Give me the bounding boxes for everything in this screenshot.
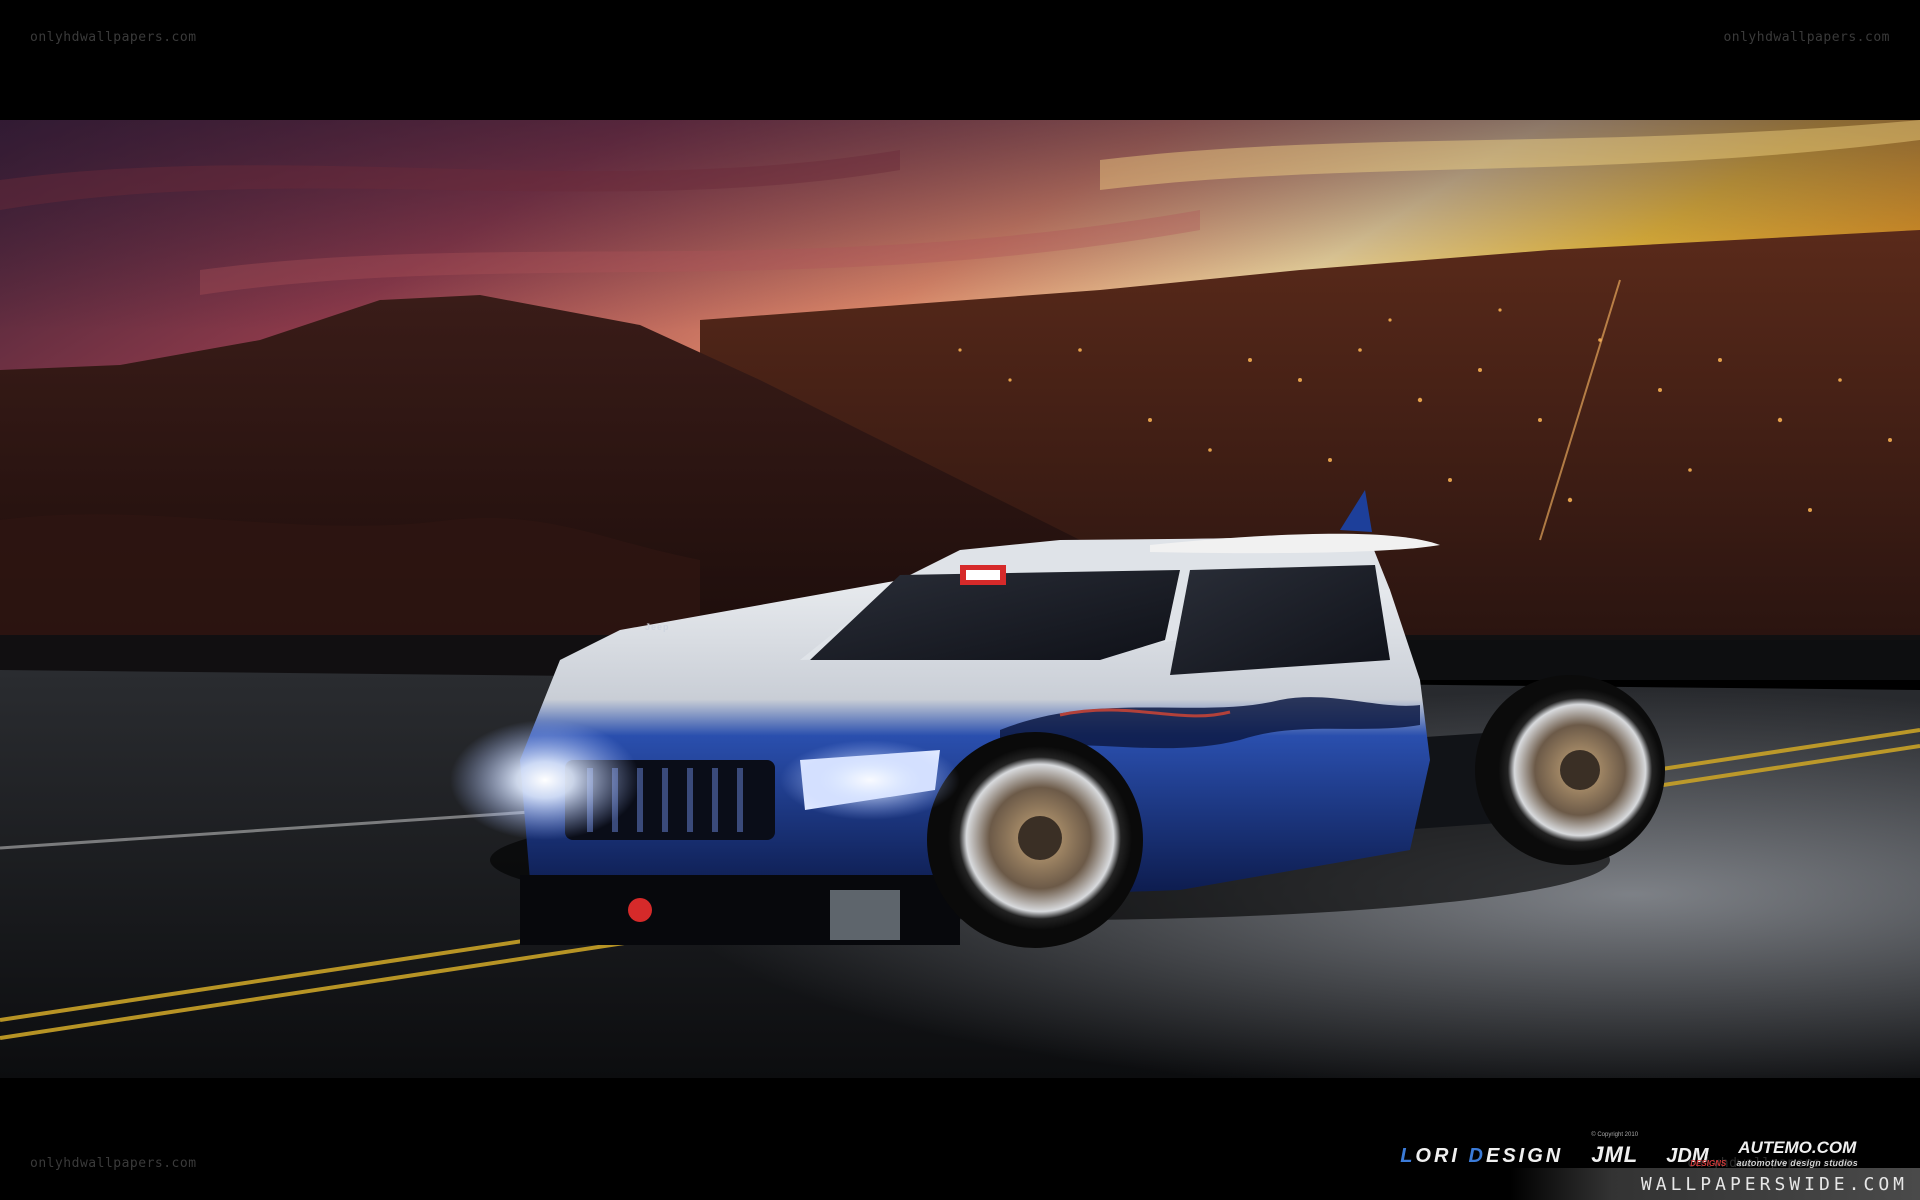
watermark-top-right: onlyhdwallpapers.com [1723, 30, 1890, 45]
design-credits: LORI DESIGN © Copyright 2010 JML JDM DES… [1400, 1132, 1858, 1168]
copyright-note: © Copyright 2010 [1591, 1132, 1639, 1138]
lori-design-logo: LORI DESIGN [1400, 1145, 1564, 1167]
autemo-logo: AUTEMO.COM automotive design studios [1736, 1138, 1858, 1168]
car-scene: Jeep [0, 120, 1920, 1078]
site-badge: WALLPAPERSWIDE.COM [1510, 1168, 1920, 1200]
scene-illustration [0, 120, 1920, 1078]
watermark-bottom-left: onlyhdwallpapers.com [30, 1156, 197, 1171]
site-badge-text: WALLPAPERSWIDE.COM [1640, 1173, 1908, 1195]
watermark-top-left: onlyhdwallpapers.com [30, 30, 197, 45]
wallpaper: onlyhdwallpapers.com onlyhdwallpapers.co… [0, 0, 1920, 1200]
jml-logo: © Copyright 2010 JML [1591, 1132, 1639, 1167]
jdm-logo: JDM DESIGNS [1666, 1145, 1727, 1168]
car-badge: Jeep [645, 622, 670, 632]
